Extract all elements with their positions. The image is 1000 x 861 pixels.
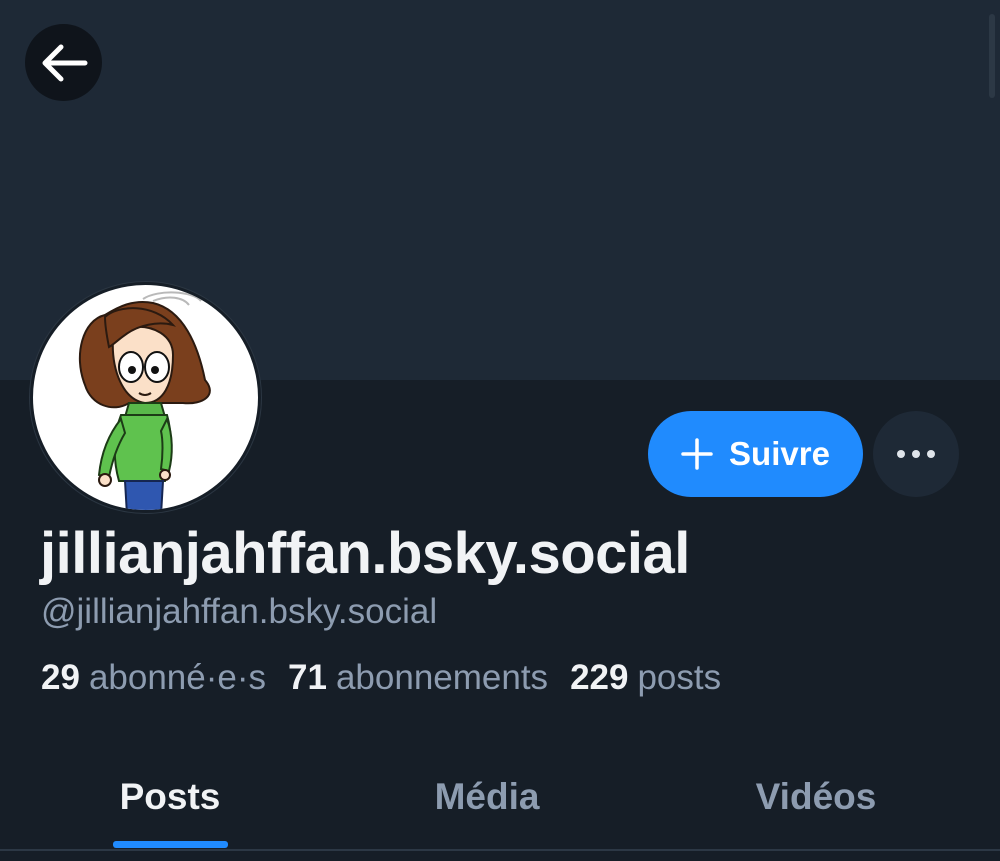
posts-label: posts [637, 658, 722, 697]
profile-handle: @jillianjahffan.bsky.social [41, 592, 438, 631]
followers-stat[interactable]: 29 abonné·e·s [41, 658, 266, 698]
profile-screen: Suivre jillianjahffan.bsky.social @jilli… [0, 0, 1000, 861]
more-options-button[interactable] [873, 411, 959, 497]
following-stat[interactable]: 71 abonnements [288, 658, 548, 698]
posts-stat: 229 posts [570, 658, 721, 698]
scrollbar-thumb[interactable] [989, 14, 995, 98]
following-label: abonnements [335, 658, 549, 697]
arrow-left-icon [42, 44, 87, 81]
posts-count: 229 [570, 658, 629, 697]
followers-count: 29 [41, 658, 80, 697]
follow-button-label: Suivre [729, 435, 830, 472]
active-tab-indicator [113, 841, 228, 848]
profile-tabs: Posts Média Vidéos [0, 745, 1000, 849]
tab-media[interactable]: Média [322, 745, 652, 849]
divider [0, 849, 1000, 851]
avatar-image [78, 291, 211, 510]
tab-videos[interactable]: Vidéos [651, 745, 981, 849]
following-count: 71 [288, 658, 327, 697]
followers-label: abonné·e·s [88, 658, 267, 697]
avatar[interactable] [30, 282, 261, 513]
profile-stats: 29 abonné·e·s 71 abonnements 229 posts [41, 658, 721, 698]
display-name: jillianjahffan.bsky.social [40, 521, 690, 586]
back-button[interactable] [25, 24, 102, 101]
follow-button[interactable]: Suivre [648, 411, 863, 497]
plus-icon [681, 438, 713, 470]
tab-posts[interactable]: Posts [5, 745, 335, 849]
ellipsis-icon [897, 450, 935, 458]
